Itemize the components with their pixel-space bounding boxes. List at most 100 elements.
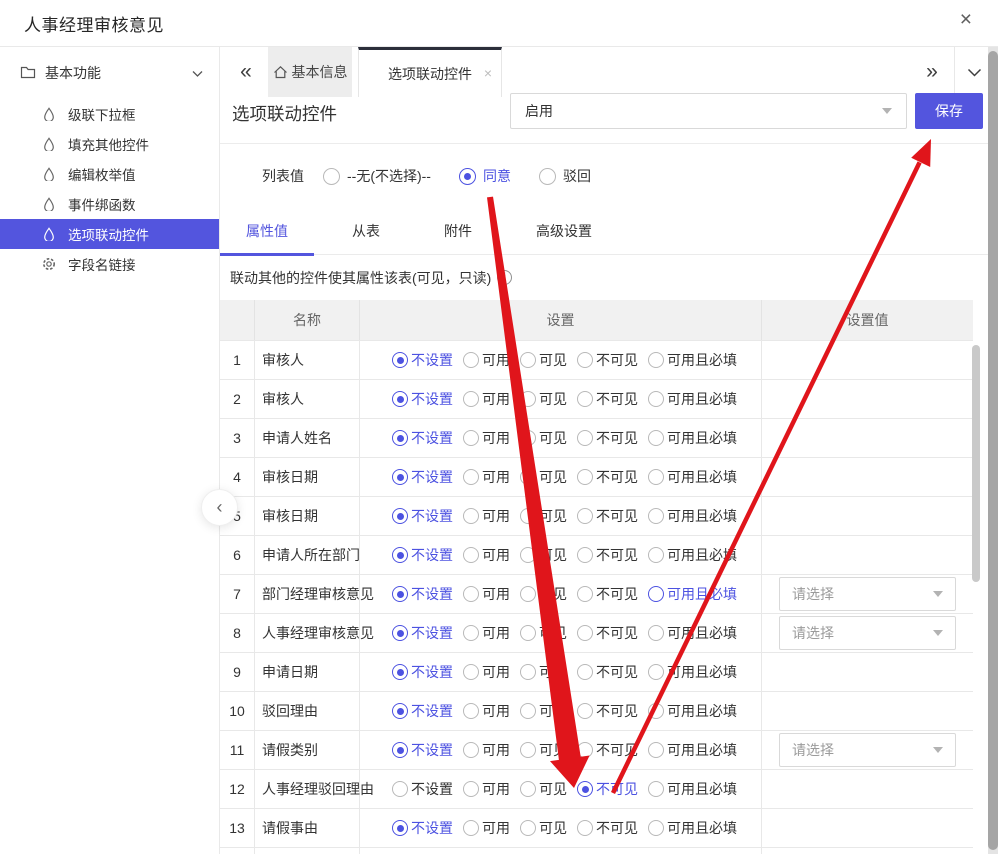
setting-radio[interactable]: 可用且必填 [648,818,737,838]
tab-active[interactable]: 选项联动控件 × [358,47,502,97]
setting-radio[interactable]: 可用 [463,623,510,643]
setting-radio[interactable]: 可用 [463,350,510,370]
setting-radio[interactable]: 可用 [463,740,510,760]
setting-radio[interactable]: 可用 [463,389,510,409]
radio-label: 可见 [539,508,567,524]
setting-radio[interactable]: 不设置 [392,389,453,409]
setting-radio[interactable]: 不设置 [392,545,453,565]
setting-radio[interactable]: 不可见 [577,428,638,448]
setting-radio[interactable]: 不可见 [577,584,638,604]
tab-close-icon[interactable]: × [484,66,492,80]
property-tab[interactable]: 高级设置 [510,207,618,255]
setting-radio[interactable]: 可用 [463,584,510,604]
setting-radio[interactable]: 可用且必填 [648,623,737,643]
property-tab[interactable]: 从表 [326,207,406,255]
sidebar-item[interactable]: 编辑枚举值 [0,159,219,189]
setting-radio[interactable]: 可用且必填 [648,506,737,526]
radio-circle-icon [463,391,479,407]
setting-radio[interactable]: 可用 [463,779,510,799]
setting-radio[interactable]: 不设置 [392,584,453,604]
sidebar-item[interactable]: 填充其他控件 [0,129,219,159]
setting-radio[interactable]: 可用且必填 [648,701,737,721]
setting-radio[interactable]: 不可见 [577,662,638,682]
setting-radio[interactable]: 可见 [520,506,567,526]
setting-radio[interactable]: 可用且必填 [648,389,737,409]
setting-radio[interactable]: 不可见 [577,506,638,526]
setting-radio[interactable]: 可见 [520,389,567,409]
radio-circle-icon [392,352,408,368]
setting-radio[interactable]: 不设置 [392,506,453,526]
setting-radio[interactable]: 不设置 [392,467,453,487]
setting-radio[interactable]: 不可见 [577,623,638,643]
setting-radio[interactable]: 不可见 [577,389,638,409]
property-tab[interactable]: 附件 [418,207,498,255]
setting-radio[interactable]: 不可见 [577,818,638,838]
setting-radio[interactable]: 可用且必填 [648,350,737,370]
setting-radio[interactable]: 不设置 [392,818,453,838]
sidebar-item[interactable]: 字段名链接 [0,249,219,279]
window-scrollbar-thumb[interactable] [988,51,998,850]
list-value-radio[interactable]: --无(不选择)-- [323,166,431,186]
setting-radio[interactable]: 可见 [520,662,567,682]
setting-radio[interactable]: 可用 [463,545,510,565]
setting-radio[interactable]: 可见 [520,467,567,487]
setting-radio[interactable]: 不设置 [392,740,453,760]
setting-radio[interactable]: 可用 [463,467,510,487]
setting-radio[interactable]: 可见 [520,779,567,799]
list-value-radio[interactable]: 驳回 [538,166,591,186]
setting-radio[interactable]: 可用 [463,818,510,838]
setting-radio[interactable]: 不可见 [577,545,638,565]
value-select[interactable]: 请选择 [779,616,956,650]
sidebar-item[interactable]: 级联下拉框 [0,99,219,129]
setting-radio[interactable]: 可用且必填 [648,428,737,448]
setting-radio[interactable]: 不设置 [392,662,453,682]
setting-radio[interactable]: 可用且必填 [648,740,737,760]
close-icon[interactable]: × [960,9,972,30]
tab-home[interactable]: 基本信息 [268,47,352,97]
setting-radio[interactable]: 可用且必填 [648,779,737,799]
setting-radio[interactable]: 可用 [463,701,510,721]
setting-radio[interactable]: 可用且必填 [648,545,737,565]
sidebar-collapse-button[interactable]: ‹ [201,489,238,526]
setting-radio[interactable]: 不可见 [577,701,638,721]
setting-radio[interactable]: 不设置 [392,428,453,448]
setting-radio[interactable]: 不设置 [392,701,453,721]
setting-radio[interactable]: 可用且必填 [648,467,737,487]
info-icon[interactable]: i [497,270,513,285]
setting-radio[interactable]: 可见 [520,740,567,760]
setting-radio[interactable]: 不可见 [577,467,638,487]
collapse-tabs-icon[interactable]: « [232,47,260,97]
setting-radio[interactable]: 不可见 [577,350,638,370]
window-scrollbar[interactable] [988,47,998,854]
setting-radio[interactable]: 可见 [520,428,567,448]
value-select[interactable]: 请选择 [779,577,956,611]
setting-radio[interactable]: 可见 [520,818,567,838]
setting-radio[interactable]: 可用 [463,428,510,448]
expand-tabs-icon[interactable]: » [912,47,952,97]
table-scrollbar-thumb[interactable] [972,345,980,582]
value-select[interactable]: 请选择 [779,733,956,767]
setting-radio[interactable]: 可见 [520,623,567,643]
setting-radio[interactable]: 可用 [463,506,510,526]
setting-radio[interactable]: 不可见 [577,740,638,760]
list-value-radio[interactable]: 同意 [458,166,511,186]
sidebar-item[interactable]: 选项联动控件 [0,219,219,249]
sidebar-item[interactable]: 事件绑函数 [0,189,219,219]
setting-radio[interactable]: 可用且必填 [648,584,737,604]
save-button[interactable]: 保存 [915,93,983,129]
setting-radio[interactable]: 可用且必填 [648,662,737,682]
setting-radio[interactable]: 可见 [520,701,567,721]
setting-radio[interactable]: 可见 [520,545,567,565]
setting-radio[interactable]: 不设置 [392,623,453,643]
setting-radio[interactable]: 不设置 [392,779,453,799]
setting-radio[interactable]: 可见 [520,584,567,604]
sidebar-group-header[interactable]: 基本功能 [0,47,219,99]
radio-circle-icon [520,820,536,836]
radio-label: 可见 [539,469,567,485]
setting-radio[interactable]: 不可见 [577,779,638,799]
setting-radio[interactable]: 可用 [463,662,510,682]
property-tab[interactable]: 属性值 [220,207,314,256]
status-select[interactable]: 启用 [510,93,907,129]
setting-radio[interactable]: 不设置 [392,350,453,370]
setting-radio[interactable]: 可见 [520,350,567,370]
